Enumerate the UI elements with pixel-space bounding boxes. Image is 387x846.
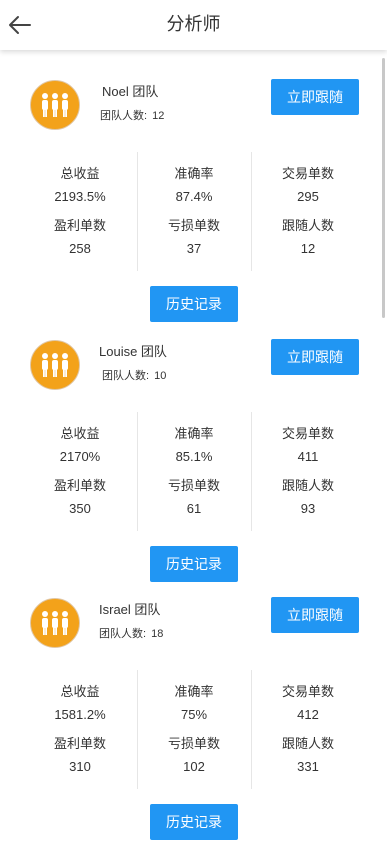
stat-label: 总收益 — [60, 167, 100, 182]
stat-label: 交易单数 — [281, 167, 334, 182]
member-count-value: 12 — [152, 110, 165, 122]
stat-value: 85.1% — [175, 449, 213, 464]
follow-button[interactable]: 立即跟随 — [271, 79, 359, 115]
stat-value: 1581.2% — [54, 707, 106, 722]
stat-accuracy: 准确率 85.1% — [137, 425, 251, 466]
stat-trades: 交易单数 412 — [251, 683, 365, 724]
follow-button[interactable]: 立即跟随 — [271, 597, 359, 633]
stat-followers: 跟随人数 12 — [251, 217, 365, 258]
team-stats: 总收益 1581.2% 准确率 75% 交易单数 412 盈利单数 310 亏损… — [23, 663, 365, 796]
stat-value: 310 — [69, 759, 91, 774]
app-header: 分析师 — [0, 0, 387, 50]
stat-value: 411 — [297, 449, 319, 464]
stat-label: 总收益 — [60, 685, 100, 700]
team-card: Noel 团队 团队人数: 12 立即跟随 总收益 2193.5% 准确率 87… — [0, 52, 387, 322]
member-count-label: 团队人数: — [100, 110, 148, 122]
team-people-icon — [42, 611, 68, 635]
stat-loss-trades: 亏损单数 102 — [137, 735, 251, 776]
stat-label: 准确率 — [174, 167, 214, 182]
team-member-count: 团队人数: 10 — [102, 367, 166, 383]
stat-trades: 交易单数 411 — [251, 425, 365, 466]
stat-label: 交易单数 — [281, 427, 334, 442]
stat-label: 跟随人数 — [281, 219, 334, 234]
stat-win-trades: 盈利单数 258 — [23, 217, 137, 258]
stat-value: 12 — [300, 241, 316, 256]
stat-label: 准确率 — [174, 685, 214, 700]
stat-value: 295 — [297, 189, 319, 204]
stat-loss-trades: 亏损单数 61 — [137, 477, 251, 518]
member-count-value: 18 — [151, 628, 164, 640]
member-count-label: 团队人数: — [99, 628, 147, 640]
team-people-icon — [42, 93, 68, 117]
team-name: Louise 团队 — [99, 344, 167, 359]
stat-value: 2170% — [59, 449, 101, 464]
stat-label: 交易单数 — [281, 685, 334, 700]
stat-accuracy: 准确率 87.4% — [137, 165, 251, 206]
stat-followers: 跟随人数 331 — [251, 735, 365, 776]
follow-button[interactable]: 立即跟随 — [271, 339, 359, 375]
stat-label: 总收益 — [60, 427, 100, 442]
team-card: Louise 团队 团队人数: 10 立即跟随 总收益 2170% 准确率 85… — [0, 312, 387, 582]
team-member-count: 团队人数: 18 — [99, 625, 163, 641]
stat-label: 跟随人数 — [281, 737, 334, 752]
stat-value: 37 — [186, 241, 202, 256]
stat-followers: 跟随人数 93 — [251, 477, 365, 518]
stat-label: 准确率 — [174, 427, 214, 442]
stat-value: 2193.5% — [54, 189, 106, 204]
stat-value: 93 — [300, 501, 316, 516]
team-avatar — [30, 598, 80, 648]
stat-total-profit: 总收益 1581.2% — [23, 683, 137, 724]
stat-value: 331 — [297, 759, 319, 774]
member-count-label: 团队人数: — [102, 370, 150, 382]
team-name: Noel 团队 — [102, 84, 159, 99]
team-card: Israel 团队 团队人数: 18 立即跟随 总收益 1581.2% 准确率 … — [0, 570, 387, 840]
stat-value: 102 — [183, 759, 205, 774]
history-button[interactable]: 历史记录 — [150, 804, 238, 840]
stat-label: 亏损单数 — [167, 479, 220, 494]
stat-win-trades: 盈利单数 310 — [23, 735, 137, 776]
member-count-value: 10 — [154, 370, 167, 382]
stat-value: 61 — [186, 501, 202, 516]
page-title: 分析师 — [166, 14, 221, 35]
stat-label: 亏损单数 — [167, 219, 220, 234]
stat-label: 盈利单数 — [53, 737, 106, 752]
team-name: Israel 团队 — [99, 602, 161, 617]
team-avatar — [30, 80, 80, 130]
stat-label: 跟随人数 — [281, 479, 334, 494]
team-people-icon — [42, 353, 68, 377]
stat-loss-trades: 亏损单数 37 — [137, 217, 251, 258]
stat-win-trades: 盈利单数 350 — [23, 477, 137, 518]
stat-accuracy: 准确率 75% — [137, 683, 251, 724]
stat-value: 412 — [297, 707, 319, 722]
stat-trades: 交易单数 295 — [251, 165, 365, 206]
stat-label: 盈利单数 — [53, 219, 106, 234]
stat-total-profit: 总收益 2193.5% — [23, 165, 137, 206]
stat-value: 87.4% — [175, 189, 213, 204]
team-member-count: 团队人数: 12 — [100, 107, 164, 123]
stat-value: 75% — [180, 707, 208, 722]
team-stats: 总收益 2170% 准确率 85.1% 交易单数 411 盈利单数 350 亏损… — [23, 405, 365, 538]
stat-label: 亏损单数 — [167, 737, 220, 752]
stat-value: 350 — [69, 501, 91, 516]
team-stats: 总收益 2193.5% 准确率 87.4% 交易单数 295 盈利单数 258 … — [23, 145, 365, 278]
stat-value: 258 — [69, 241, 91, 256]
stat-label: 盈利单数 — [53, 479, 106, 494]
team-avatar — [30, 340, 80, 390]
stat-total-profit: 总收益 2170% — [23, 425, 137, 466]
